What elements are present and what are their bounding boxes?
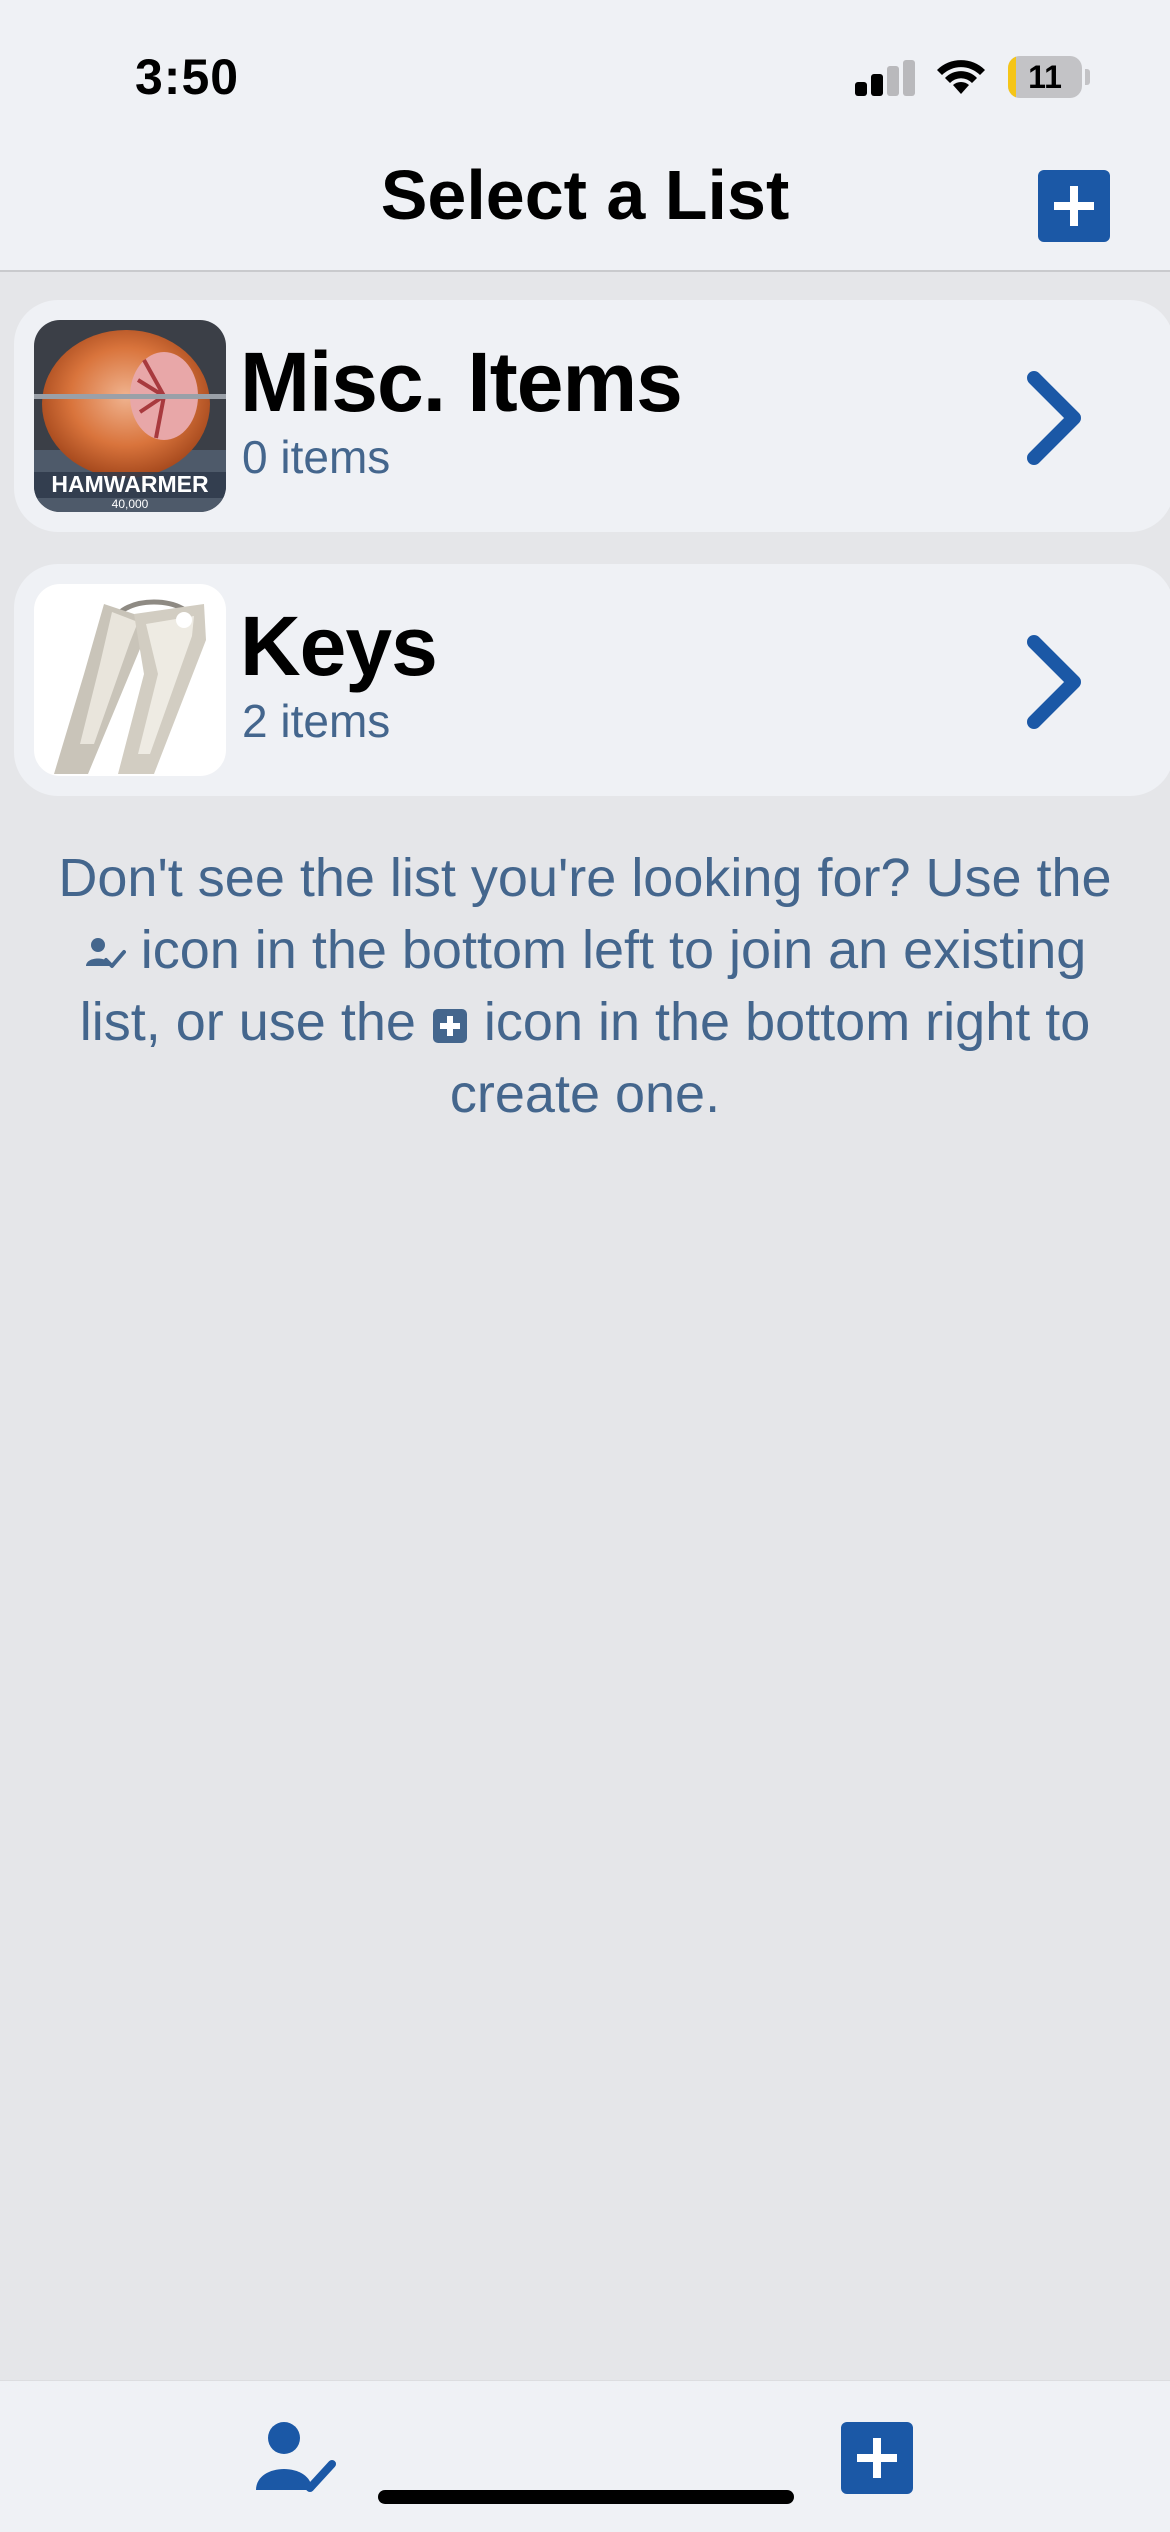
add-list-button[interactable] xyxy=(1038,170,1110,242)
plus-square-icon xyxy=(432,1008,467,1043)
home-indicator xyxy=(378,2490,794,2504)
list-thumbnail-hamwarmer: HAMWARMER 40,000 xyxy=(34,320,226,512)
list-item[interactable]: Keys 2 items xyxy=(14,564,1170,796)
plus-square-icon xyxy=(857,2438,897,2478)
battery-level-text: 11 xyxy=(1028,59,1062,95)
list-name: Misc. Items xyxy=(240,335,683,429)
chevron-right-icon xyxy=(1027,635,1081,729)
create-list-button[interactable] xyxy=(841,2422,913,2494)
person-check-icon xyxy=(85,937,126,968)
thumbnail-title-text: HAMWARMER xyxy=(51,471,209,497)
screen: 3:50 11 Select a List HAMWARMER 40,000 M… xyxy=(0,0,1170,2532)
list-item[interactable]: HAMWARMER 40,000 Misc. Items 0 items xyxy=(14,300,1170,532)
list-thumbnail-keys xyxy=(34,584,226,776)
hint-text-part1: Don't see the list you're looking for? U… xyxy=(58,848,1112,908)
plus-square-icon xyxy=(1054,186,1094,226)
bottom-toolbar xyxy=(0,2380,1170,2532)
empty-hint-text: Don't see the list you're looking for? U… xyxy=(40,842,1130,1130)
person-check-icon[interactable] xyxy=(252,2420,336,2496)
navigation-header: 3:50 11 Select a List xyxy=(0,0,1170,272)
battery-icon: 11 xyxy=(1008,56,1090,98)
list-count: 2 items xyxy=(242,695,391,747)
thumbnail-subtext: 40,000 xyxy=(112,497,149,511)
page-title: Select a List xyxy=(380,156,790,234)
cellular-signal-icon xyxy=(855,60,917,96)
status-time: 3:50 xyxy=(135,49,240,105)
list-count: 0 items xyxy=(242,431,391,483)
list-name: Keys xyxy=(240,599,438,693)
wifi-icon xyxy=(937,60,985,94)
chevron-right-icon xyxy=(1027,371,1081,465)
hint-text-part3: icon in the bottom right to create one. xyxy=(449,992,1091,1124)
